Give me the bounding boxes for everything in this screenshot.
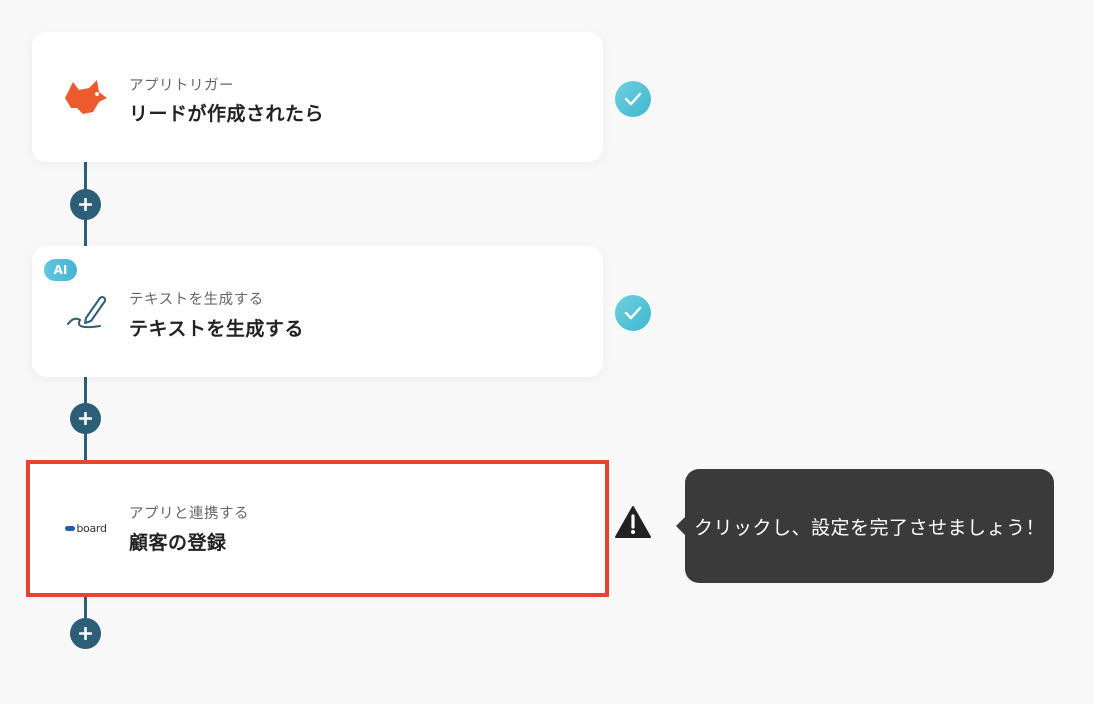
add-step-button[interactable] bbox=[70, 189, 101, 220]
warning-icon bbox=[614, 505, 652, 539]
board-logo-mark bbox=[65, 525, 76, 531]
plus-icon bbox=[79, 198, 92, 211]
plus-icon bbox=[79, 627, 92, 640]
step-title: 顧客の登録 bbox=[129, 532, 227, 554]
step-subtitle: テキストを生成する bbox=[129, 292, 264, 308]
board-logo-text: board bbox=[76, 521, 107, 535]
ai-badge: AI bbox=[44, 259, 77, 281]
board-logo: board bbox=[62, 504, 110, 552]
step-card-trigger[interactable]: アプリトリガー リードが作成されたら bbox=[32, 32, 603, 162]
tooltip: クリックし、設定を完了させましょう！ bbox=[685, 469, 1054, 583]
add-step-button[interactable] bbox=[70, 618, 101, 649]
add-step-button[interactable] bbox=[70, 403, 101, 434]
step-subtitle: アプリトリガー bbox=[129, 78, 234, 94]
step-card-ai-text[interactable]: テキストを生成する テキストを生成する bbox=[32, 246, 603, 377]
step-title: テキストを生成する bbox=[129, 318, 304, 340]
check-icon bbox=[615, 81, 651, 117]
pen-icon bbox=[62, 288, 110, 336]
step-card-register-customer[interactable]: board アプリと連携する 顧客の登録 bbox=[26, 460, 609, 597]
step-title: リードが作成されたら bbox=[129, 103, 325, 125]
plus-icon bbox=[79, 412, 92, 425]
step-subtitle: アプリと連携する bbox=[129, 506, 249, 522]
tooltip-text: クリックし、設定を完了させましょう！ bbox=[693, 516, 1045, 539]
check-icon bbox=[615, 295, 651, 331]
fox-app-icon bbox=[62, 73, 110, 121]
